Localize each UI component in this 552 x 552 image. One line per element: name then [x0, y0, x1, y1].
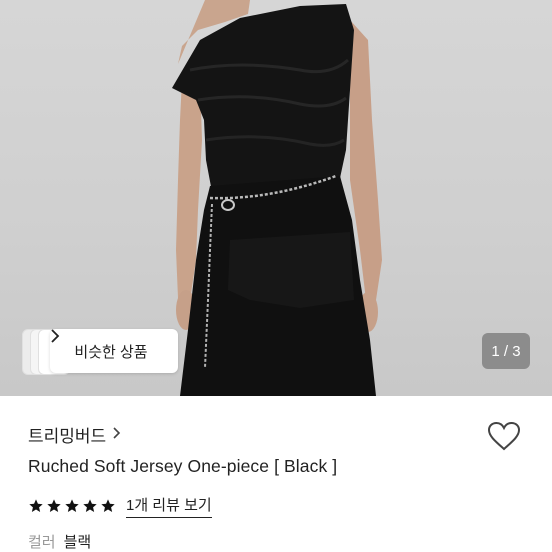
star-icon: [65, 499, 79, 512]
product-image-gallery[interactable]: 비슷한 상품 1 / 3: [0, 0, 552, 396]
image-page-counter: 1 / 3: [482, 333, 530, 369]
star-icon: [101, 499, 115, 512]
star-icon: [29, 499, 43, 512]
similar-products-button[interactable]: 비슷한 상품: [22, 329, 178, 375]
color-row: 컬러 블랙: [28, 531, 91, 552]
wishlist-heart-icon[interactable]: [486, 418, 522, 454]
color-label: 컬러: [28, 534, 56, 551]
review-link[interactable]: 1개 리뷰 보기: [126, 494, 212, 518]
similar-products-pill[interactable]: 비슷한 상품: [50, 329, 178, 373]
star-icon: [83, 499, 97, 512]
color-value: 블랙: [63, 534, 92, 551]
similar-products-label: 비슷한 상품: [74, 343, 148, 361]
star-icon: [47, 499, 61, 512]
product-title: Ruched Soft Jersey One-piece [ Black ]: [28, 456, 338, 476]
product-info: 트리밍버드 Ruched Soft Jersey One-piece [ Bla…: [0, 396, 552, 552]
rating-stars: [28, 498, 116, 514]
seller-link[interactable]: 트리밍버드: [28, 422, 121, 447]
seller-name: 트리밍버드: [28, 427, 107, 446]
rating-row: 1개 리뷰 보기: [28, 494, 212, 518]
chevron-right-icon: [112, 425, 121, 445]
